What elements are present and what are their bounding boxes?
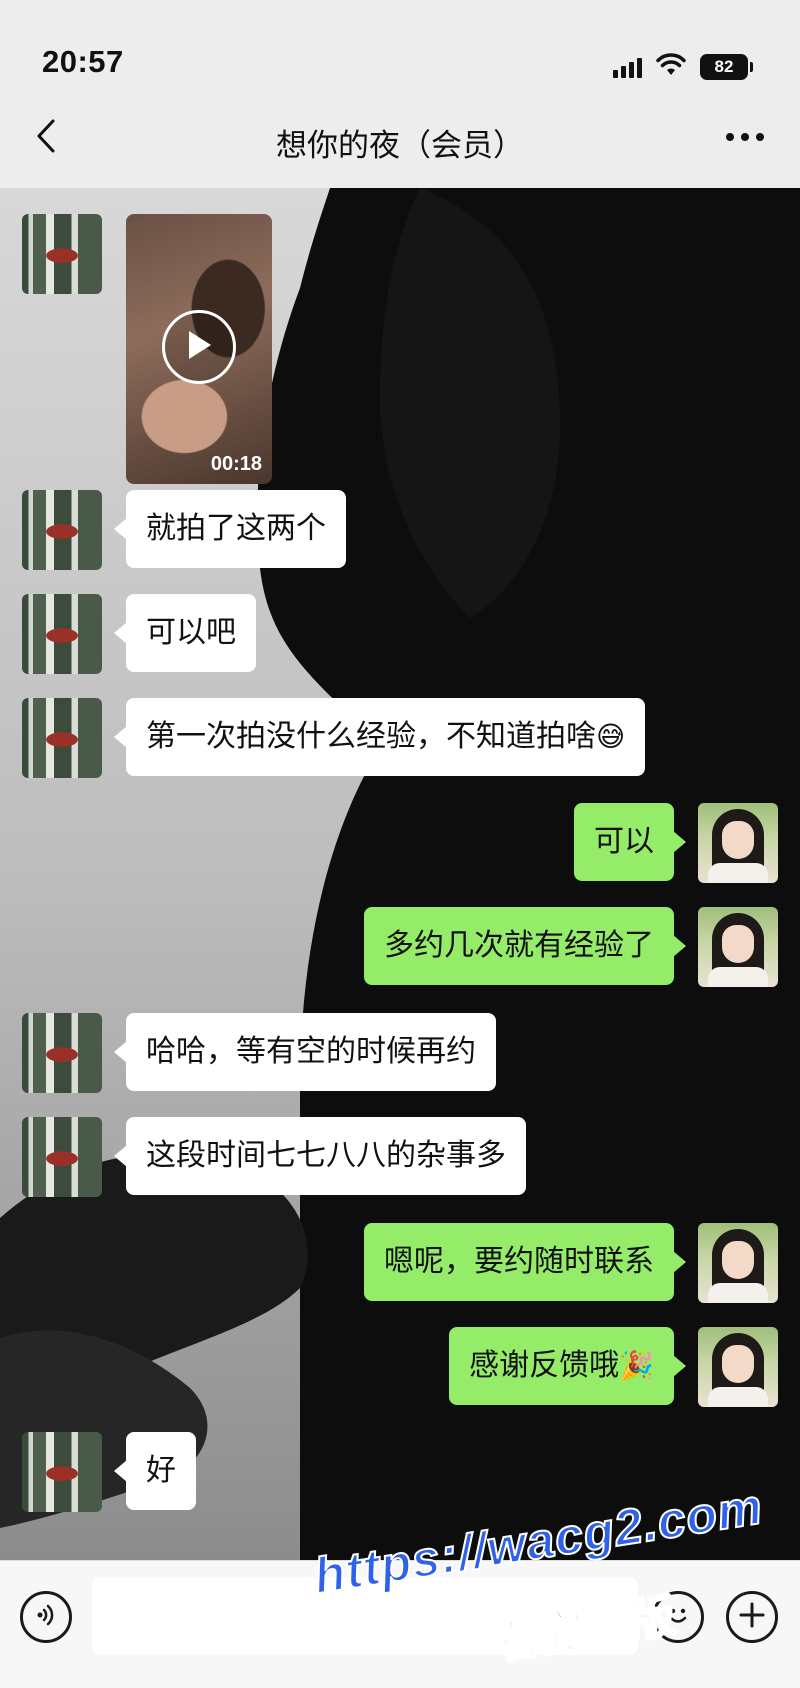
outgoing-message-bubble[interactable]: 感谢反馈哦🎉 bbox=[449, 1327, 686, 1405]
chat-area[interactable]: 00:18 就拍了这两个 可以吧 第一次拍没什么经验，不知道拍啥😅 可以 多约几… bbox=[0, 188, 800, 1560]
play-button[interactable] bbox=[162, 310, 236, 384]
message-row: 哈哈，等有空的时候再约 bbox=[0, 1013, 800, 1093]
battery-level: 82 bbox=[714, 57, 734, 76]
status-bar: 20:57 82 bbox=[0, 0, 800, 100]
message-text: 哈哈，等有空的时候再约 bbox=[146, 1035, 476, 1068]
contact-avatar[interactable] bbox=[22, 594, 102, 674]
contact-avatar[interactable] bbox=[22, 698, 102, 778]
incoming-message-bubble[interactable]: 第一次拍没什么经验，不知道拍啥😅 bbox=[113, 698, 646, 776]
incoming-message-bubble[interactable]: 这段时间七七八八的杂事多 bbox=[114, 1117, 526, 1195]
message-row: 嗯呢，要约随时联系 bbox=[0, 1223, 800, 1303]
more-icon bbox=[725, 129, 765, 147]
message-text: 可以吧 bbox=[146, 616, 236, 649]
contact-avatar[interactable] bbox=[22, 214, 102, 294]
incoming-message-bubble[interactable]: 就拍了这两个 bbox=[114, 490, 346, 568]
outgoing-message-bubble[interactable]: 嗯呢，要约随时联系 bbox=[364, 1223, 686, 1301]
voice-icon bbox=[33, 1602, 59, 1633]
more-button[interactable] bbox=[720, 118, 770, 158]
party-popper-emoji: 🎉 bbox=[619, 1349, 654, 1382]
incoming-message-bubble[interactable]: 哈哈，等有空的时候再约 bbox=[114, 1013, 496, 1091]
message-text: 感谢反馈哦 bbox=[469, 1349, 620, 1382]
message-text: 多约几次就有经验了 bbox=[384, 929, 654, 962]
contact-avatar[interactable] bbox=[22, 1013, 102, 1093]
voice-button[interactable] bbox=[20, 1591, 72, 1643]
message-row: 感谢反馈哦🎉 bbox=[0, 1327, 800, 1407]
incoming-message-bubble[interactable]: 好 bbox=[114, 1432, 196, 1510]
message-text: 就拍了这两个 bbox=[146, 512, 326, 545]
self-avatar[interactable] bbox=[698, 907, 778, 987]
chat-title: 想你的夜（会员） bbox=[276, 128, 524, 163]
status-time: 20:57 bbox=[42, 44, 124, 79]
self-avatar[interactable] bbox=[698, 1327, 778, 1407]
video-message[interactable]: 00:18 bbox=[126, 214, 272, 484]
message-row: 可以 bbox=[0, 803, 800, 883]
contact-avatar[interactable] bbox=[22, 490, 102, 570]
sweat-smile-emoji: 😅 bbox=[596, 720, 626, 753]
outgoing-message-bubble[interactable]: 多约几次就有经验了 bbox=[364, 907, 686, 985]
status-icons: 82 bbox=[613, 50, 753, 84]
contact-avatar[interactable] bbox=[22, 1432, 102, 1512]
message-row: 这段时间七七八八的杂事多 bbox=[0, 1117, 800, 1197]
battery-icon: 82 bbox=[700, 54, 753, 80]
message-row: 可以吧 bbox=[0, 594, 800, 674]
message-text: 嗯呢，要约随时联系 bbox=[384, 1245, 654, 1278]
play-icon bbox=[185, 329, 213, 366]
message-text: 第一次拍没什么经验，不知道拍啥 bbox=[146, 720, 596, 753]
plus-button[interactable] bbox=[726, 1591, 778, 1643]
message-text: 好 bbox=[146, 1454, 176, 1487]
contact-avatar[interactable] bbox=[22, 1117, 102, 1197]
video-duration: 00:18 bbox=[210, 453, 262, 475]
outgoing-message-bubble[interactable]: 可以 bbox=[574, 803, 686, 881]
signal-icon bbox=[613, 56, 642, 78]
message-text: 可以 bbox=[594, 825, 654, 858]
incoming-message-bubble[interactable]: 可以吧 bbox=[114, 594, 256, 672]
wifi-icon bbox=[656, 52, 686, 82]
plus-icon bbox=[738, 1601, 766, 1634]
message-row: 第一次拍没什么经验，不知道拍啥😅 bbox=[0, 698, 800, 778]
message-row: 多约几次就有经验了 bbox=[0, 907, 800, 987]
self-avatar[interactable] bbox=[698, 1223, 778, 1303]
message-row: 就拍了这两个 bbox=[0, 490, 800, 570]
nav-bar: 想你的夜（会员） bbox=[0, 100, 800, 188]
message-text: 这段时间七七八八的杂事多 bbox=[146, 1139, 506, 1172]
self-avatar[interactable] bbox=[698, 803, 778, 883]
